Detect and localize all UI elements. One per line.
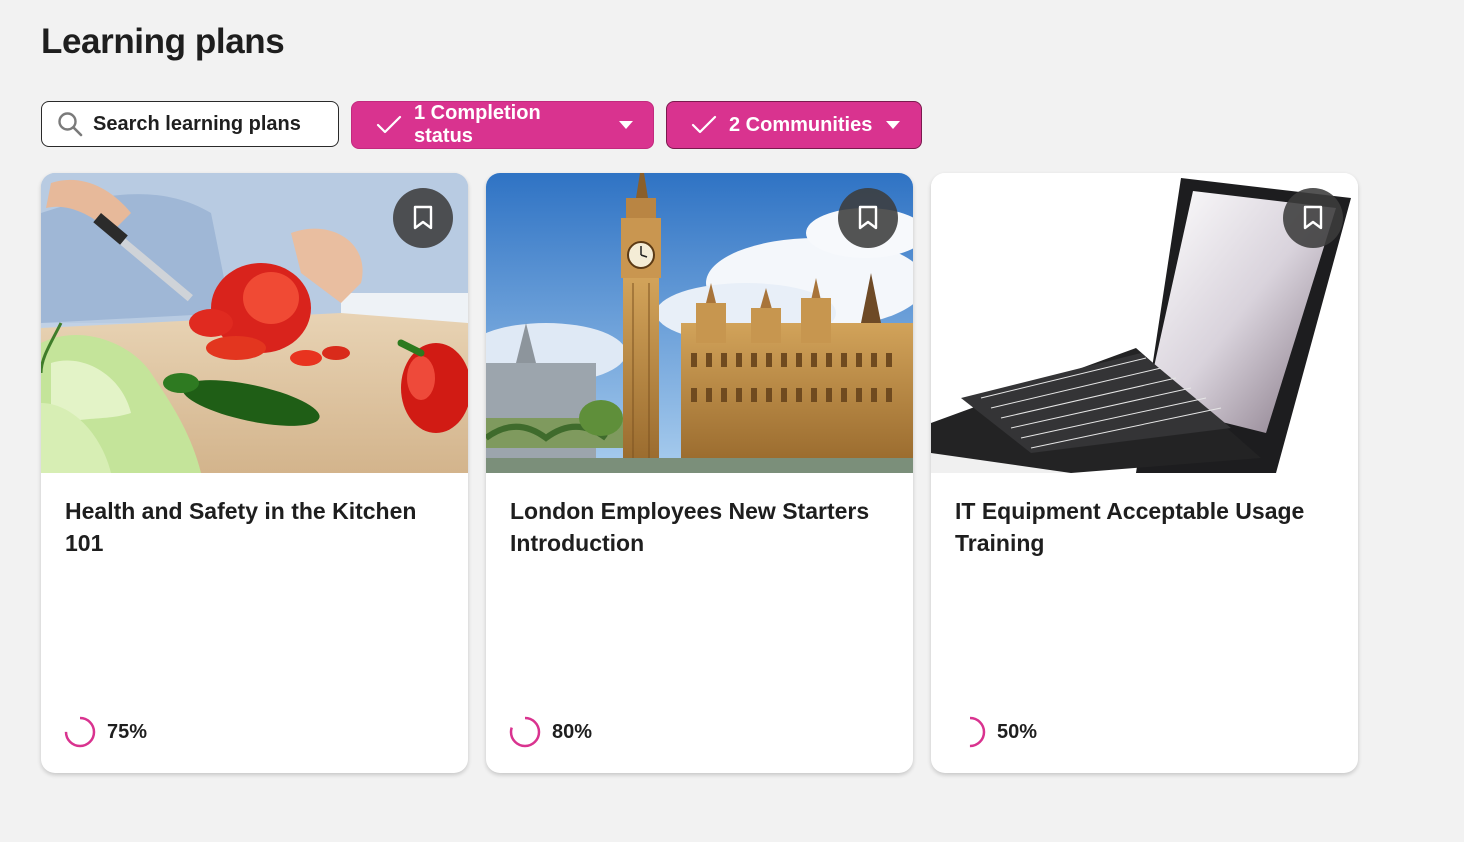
learning-plan-card[interactable]: London Employees New Starters Introducti… <box>486 173 913 773</box>
bookmark-button[interactable] <box>838 188 898 248</box>
completion-status-label: 1 Completion status <box>414 102 541 147</box>
plan-progress: 50% <box>954 716 1037 748</box>
filter-bar: 1 Completion status 2 Communities <box>41 101 922 149</box>
progress-ring <box>64 716 96 748</box>
bookmark-button[interactable] <box>1283 188 1343 248</box>
plan-progress: 75% <box>64 716 147 748</box>
caret-down-icon <box>886 121 901 129</box>
plan-title: London Employees New Starters Introducti… <box>510 498 870 556</box>
progress-ring <box>954 716 986 748</box>
caret-down-icon <box>619 121 633 129</box>
bookmark-button[interactable] <box>393 188 453 248</box>
plan-title: Health and Safety in the Kitchen 101 <box>65 498 417 556</box>
bookmark-icon <box>857 205 879 231</box>
search-icon <box>57 111 83 137</box>
kitchen-vegetables-image <box>41 173 468 473</box>
bookmark-icon <box>1302 205 1324 231</box>
search-box[interactable] <box>41 101 339 147</box>
learning-plan-card[interactable]: IT Equipment Acceptable Usage Training 5… <box>931 173 1358 773</box>
check-icon <box>376 115 402 135</box>
learning-plan-card[interactable]: Health and Safety in the Kitchen 101 75% <box>41 173 468 773</box>
progress-percent: 50% <box>997 720 1038 743</box>
progress-percent: 75% <box>107 720 148 743</box>
plan-progress: 80% <box>509 716 592 748</box>
bookmark-icon <box>412 205 434 231</box>
plan-title: IT Equipment Acceptable Usage Training <box>955 498 1305 556</box>
completion-status-filter[interactable]: 1 Completion status <box>351 101 654 149</box>
progress-ring <box>509 716 541 748</box>
check-icon <box>691 115 717 135</box>
progress-percent: 80% <box>552 720 593 743</box>
learning-plan-list: Health and Safety in the Kitchen 101 75% <box>41 173 1358 773</box>
communities-filter[interactable]: 2 Communities <box>666 101 922 149</box>
big-ben-parliament-image <box>486 173 913 473</box>
page-title: Learning plans <box>41 22 285 61</box>
laptop-image <box>931 173 1358 473</box>
search-input[interactable] <box>93 112 313 136</box>
communities-label: 2 Communities <box>729 113 873 136</box>
